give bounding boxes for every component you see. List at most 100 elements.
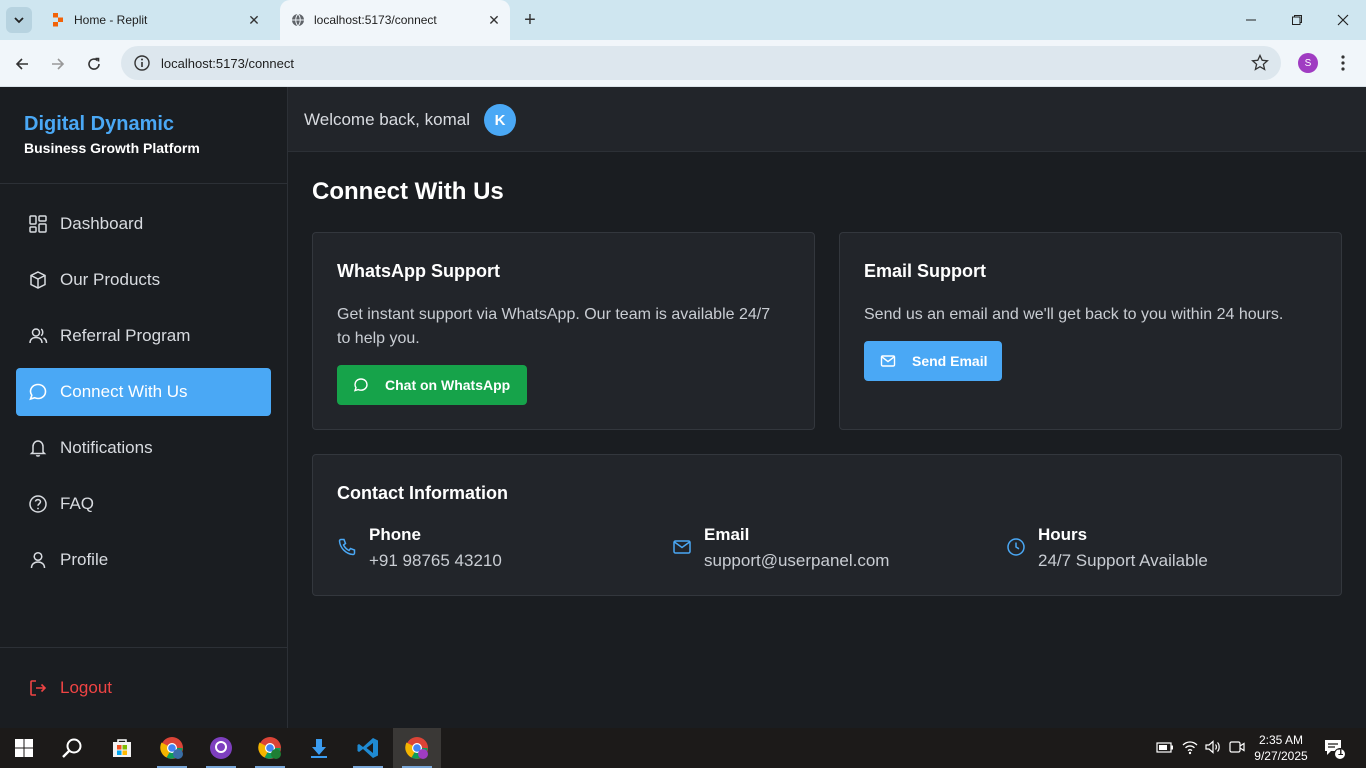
avatar[interactable]: K [484, 104, 516, 136]
chrome-icon [258, 737, 281, 759]
minimize-button[interactable] [1228, 0, 1274, 40]
card-title: WhatsApp Support [337, 261, 500, 281]
sidebar-item-label: Our Products [60, 270, 161, 289]
help-circle-icon [29, 495, 47, 513]
contact-label: Hours [1038, 525, 1088, 544]
url-text: localhost:5173/connect [161, 55, 294, 71]
contact-item-email: Email support@userpanel.com [672, 525, 889, 571]
new-tab-button[interactable]: + [518, 9, 542, 31]
close-window-button[interactable] [1320, 0, 1366, 40]
button-label: Chat on WhatsApp [385, 377, 511, 393]
battery-icon[interactable] [1156, 738, 1174, 756]
taskbar-clock[interactable]: 2:35 AM 9/27/2025 [1248, 732, 1314, 764]
card-title: Contact Information [337, 483, 508, 503]
sidebar: Digital Dynamic Business Growth Platform… [0, 87, 288, 728]
users-icon [29, 328, 48, 344]
send-email-button[interactable]: Send Email [864, 341, 1002, 381]
bell-icon [29, 440, 47, 457]
sidebar-item-label: Profile [60, 550, 109, 569]
contact-information-card: Contact Information Phone +91 98765 4321… [312, 454, 1342, 596]
browser-menu-button[interactable] [1333, 52, 1353, 74]
taskbar-chrome-s[interactable] [393, 728, 441, 768]
browser-toolbar: localhost:5173/connect S [0, 40, 1366, 87]
brand-title: Digital Dynamic [24, 113, 175, 135]
mail-icon [673, 540, 691, 554]
phone-icon [338, 538, 356, 556]
replit-icon [50, 12, 66, 28]
notification-center-button[interactable]: 1 [1322, 736, 1346, 760]
sidebar-item-label: Referral Program [60, 326, 191, 345]
reload-button[interactable] [80, 50, 108, 78]
sidebar-item-notifications[interactable]: Notifications [16, 424, 271, 472]
logout-button[interactable]: Logout [16, 664, 271, 712]
taskbar-downloads[interactable] [295, 728, 343, 768]
email-support-card: Email Support Send us an email and we'll… [839, 232, 1342, 430]
contact-label: Email [704, 525, 750, 544]
sidebar-item-dashboard[interactable]: Dashboard [16, 200, 271, 248]
volume-icon[interactable] [1204, 738, 1222, 756]
dashboard-icon [29, 215, 47, 233]
taskbar-github[interactable] [197, 728, 245, 768]
browser-profile-avatar[interactable]: S [1298, 53, 1318, 73]
taskbar-vscode[interactable] [344, 728, 392, 768]
contact-value: +91 98765 43210 [369, 551, 502, 570]
divider [0, 183, 287, 184]
back-button[interactable] [8, 50, 36, 78]
arrow-right-icon [52, 58, 65, 70]
log-out-icon [30, 680, 47, 696]
wifi-icon[interactable] [1181, 738, 1199, 756]
main-content: Connect With Us WhatsApp Support Get ins… [288, 152, 1366, 728]
close-icon[interactable]: ✕ [244, 10, 264, 30]
contact-value: support@userpanel.com [704, 551, 890, 570]
card-title: Email Support [864, 261, 987, 281]
card-description: Send us an email and we'll get back to y… [864, 306, 1284, 323]
taskbar-chrome-m[interactable] [148, 728, 196, 768]
forward-button[interactable] [44, 50, 72, 78]
message-circle-icon [353, 378, 368, 392]
taskbar-store[interactable] [98, 728, 146, 768]
divider [0, 647, 287, 648]
close-icon[interactable]: ✕ [484, 10, 504, 30]
tab-home-replit[interactable]: Home - Replit ✕ [40, 0, 270, 40]
sidebar-item-faq[interactable]: FAQ [16, 480, 271, 528]
github-icon [210, 737, 232, 759]
browser-tab-strip: Home - Replit ✕ localhost:5173/connect ✕… [0, 0, 1366, 40]
tab-search-button[interactable] [6, 7, 32, 33]
restore-button[interactable] [1274, 0, 1320, 40]
reload-icon [88, 57, 100, 70]
clock-time: 2:35 AM [1258, 733, 1304, 747]
chat-on-whatsapp-button[interactable]: Chat on WhatsApp [337, 365, 527, 405]
tab-localhost-connect[interactable]: localhost:5173/connect ✕ [280, 0, 510, 40]
taskbar: 2:35 AM 9/27/2025 1 [0, 728, 1366, 768]
whatsapp-support-card: WhatsApp Support Get instant support via… [312, 232, 815, 430]
star-icon[interactable] [1251, 54, 1269, 72]
start-button[interactable] [0, 728, 48, 768]
sidebar-item-our-products[interactable]: Our Products [16, 256, 271, 304]
notification-count: 1 [1337, 747, 1344, 758]
windows-icon [15, 739, 33, 757]
taskbar-chrome-k[interactable] [246, 728, 294, 768]
store-icon [113, 739, 131, 757]
brand: Digital Dynamic Business Growth Platform [24, 113, 200, 156]
sidebar-item-profile[interactable]: Profile [16, 536, 271, 584]
restore-icon [1292, 15, 1302, 25]
contact-item-phone: Phone +91 98765 43210 [337, 525, 502, 571]
search-icon [62, 738, 82, 758]
sidebar-item-connect-with-us[interactable]: Connect With Us [16, 368, 271, 416]
mail-icon [880, 355, 896, 367]
message-circle-icon [29, 383, 47, 401]
address-bar[interactable]: localhost:5173/connect [121, 46, 1281, 80]
sidebar-item-label: Connect With Us [60, 382, 188, 401]
close-icon [1337, 14, 1349, 26]
tab-title: localhost:5173/connect [314, 13, 437, 27]
contact-item-hours: Hours 24/7 Support Available [1006, 525, 1208, 571]
app-header: Welcome back, komal K [288, 87, 1366, 152]
sidebar-item-referral-program[interactable]: Referral Program [16, 312, 271, 360]
info-icon[interactable] [133, 54, 151, 72]
minimize-icon [1246, 19, 1256, 21]
meet-now-icon[interactable] [1228, 738, 1246, 756]
search-button[interactable] [48, 728, 96, 768]
contact-value: 24/7 Support Available [1038, 551, 1208, 570]
sidebar-item-label: Dashboard [60, 214, 144, 233]
button-label: Send Email [912, 353, 988, 369]
